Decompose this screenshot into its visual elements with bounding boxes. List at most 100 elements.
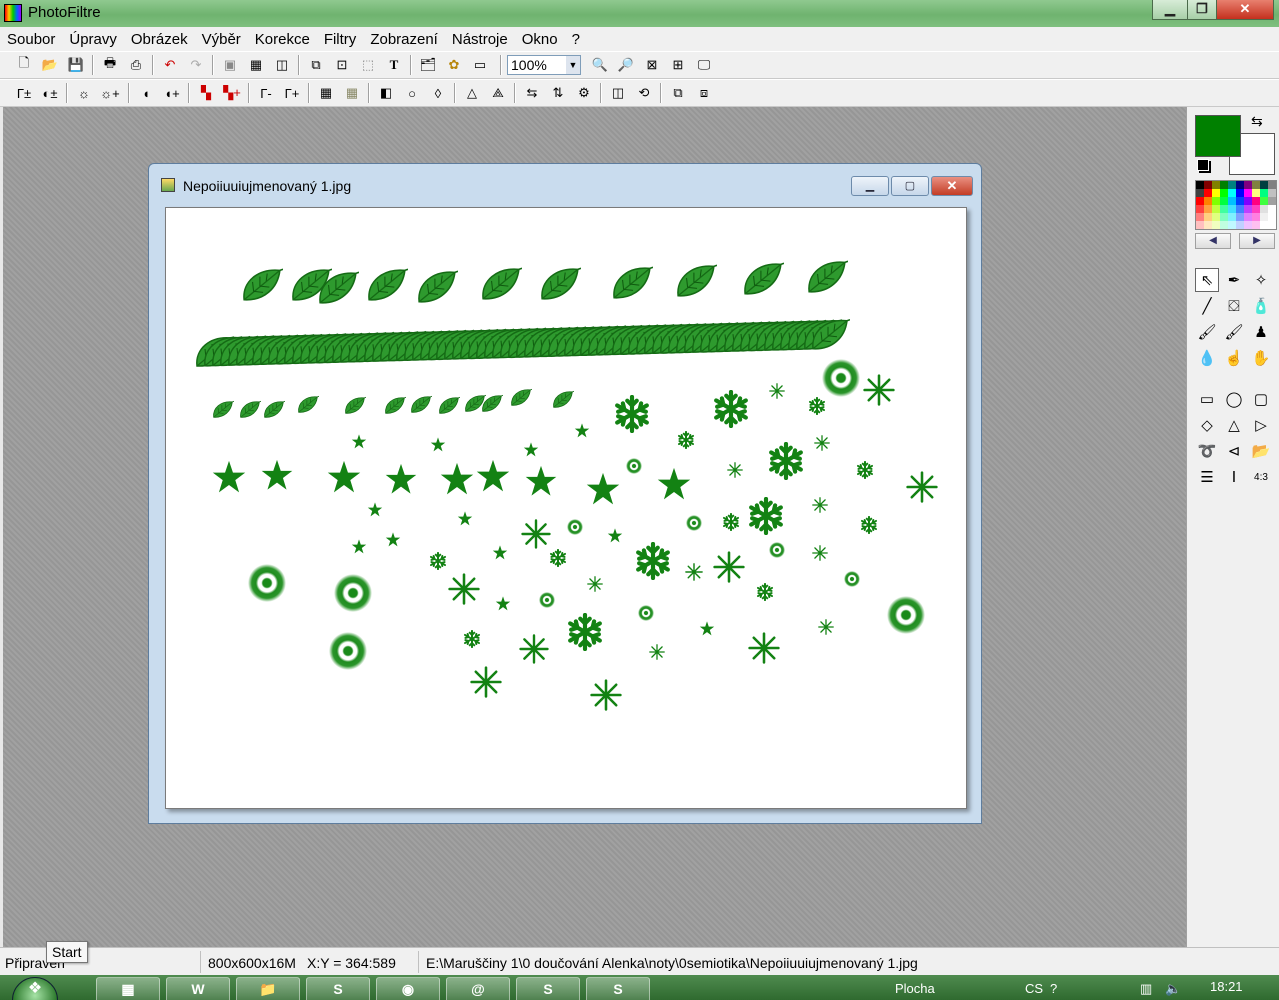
palette-swatch[interactable] bbox=[1228, 181, 1236, 189]
taskbar-skype2-icon[interactable]: S bbox=[516, 977, 580, 1000]
dust-icon[interactable]: ◧ bbox=[376, 84, 396, 102]
palette-swatch[interactable] bbox=[1236, 181, 1244, 189]
taskbar-explorer-icon[interactable]: 📁 bbox=[236, 977, 300, 1000]
paint-bucket-tool-icon[interactable]: ⛋ bbox=[1222, 294, 1246, 318]
palette-swatch[interactable] bbox=[1260, 213, 1268, 221]
palette-swatch[interactable] bbox=[1236, 221, 1244, 229]
palette-swatch[interactable] bbox=[1260, 189, 1268, 197]
taskbar-photofiltre-icon[interactable]: ▦ bbox=[96, 977, 160, 1000]
brush-tool-icon[interactable]: 🖌 bbox=[1195, 320, 1219, 344]
triangle-right-shape-icon[interactable]: ▷ bbox=[1249, 413, 1273, 437]
palette-swatch[interactable] bbox=[1228, 213, 1236, 221]
mirror-icon[interactable]: ◫ bbox=[608, 84, 628, 102]
color-grid-icon[interactable]: ▦ bbox=[246, 56, 266, 74]
resize-image-icon[interactable]: ⧉ bbox=[306, 56, 326, 74]
color-palette[interactable] bbox=[1195, 180, 1277, 230]
contrast-minus-icon[interactable]: ◖ bbox=[136, 84, 156, 102]
rounded-rect-shape-icon[interactable]: ▢ bbox=[1249, 387, 1273, 411]
palette-swatch[interactable] bbox=[1196, 189, 1204, 197]
palette-swatch[interactable] bbox=[1236, 213, 1244, 221]
palette-swatch[interactable] bbox=[1244, 181, 1252, 189]
saturation-minus-icon[interactable]: ▚ bbox=[196, 84, 216, 102]
palette-swatch[interactable] bbox=[1204, 189, 1212, 197]
brightness-minus-icon[interactable]: ☼ bbox=[74, 84, 94, 102]
undo-icon[interactable]: ↶ bbox=[160, 56, 180, 74]
minimize-button[interactable]: ▁ bbox=[1152, 0, 1188, 20]
menu-soubor[interactable]: Soubor bbox=[0, 31, 62, 48]
palette-swatch[interactable] bbox=[1228, 205, 1236, 213]
start-button-icon[interactable]: ❖ bbox=[12, 977, 58, 1000]
effect-icon[interactable]: ⚙ bbox=[574, 84, 594, 102]
language-indicator[interactable]: CS bbox=[1025, 981, 1043, 996]
network-icon[interactable]: ▥ bbox=[1140, 981, 1152, 997]
palette-swatch[interactable] bbox=[1268, 213, 1276, 221]
palette-swatch[interactable] bbox=[1244, 221, 1252, 229]
palette-swatch[interactable] bbox=[1268, 221, 1276, 229]
taskbar-skype-icon[interactable]: S bbox=[306, 977, 370, 1000]
new-file-icon[interactable]: 🗋 bbox=[14, 55, 34, 74]
foreground-color-swatch[interactable] bbox=[1195, 115, 1241, 157]
palette-next-button[interactable]: ▶ bbox=[1239, 233, 1275, 249]
select-column-icon[interactable]: Ⅰ bbox=[1222, 465, 1246, 489]
palette-swatch[interactable] bbox=[1236, 189, 1244, 197]
redo-icon[interactable]: ↷ bbox=[186, 56, 206, 74]
rotate-icon[interactable]: ⟲ bbox=[634, 84, 654, 102]
transparency-icon[interactable]: ◫ bbox=[272, 56, 292, 74]
triangle-shape-icon[interactable]: △ bbox=[1222, 413, 1246, 437]
maximize-button[interactable]: ❐ bbox=[1187, 0, 1217, 20]
palette-swatch[interactable] bbox=[1212, 213, 1220, 221]
document-minimize-button[interactable]: ▁ bbox=[851, 176, 889, 196]
palette-swatch[interactable] bbox=[1196, 221, 1204, 229]
clock[interactable]: 18:21 bbox=[1210, 979, 1243, 994]
palette-swatch[interactable] bbox=[1244, 197, 1252, 205]
grayscale-icon[interactable]: ▦ bbox=[316, 84, 336, 102]
palette-swatch[interactable] bbox=[1260, 197, 1268, 205]
palette-swatch[interactable] bbox=[1204, 205, 1212, 213]
zoom-in-icon[interactable]: 🔍 bbox=[590, 56, 610, 74]
palette-swatch[interactable] bbox=[1244, 189, 1252, 197]
lasso-icon[interactable]: ➰ bbox=[1195, 439, 1219, 463]
advanced-brush-tool-icon[interactable]: 🖌 bbox=[1222, 320, 1246, 344]
palette-swatch[interactable] bbox=[1220, 181, 1228, 189]
palette-swatch[interactable] bbox=[1196, 197, 1204, 205]
palette-swatch[interactable] bbox=[1252, 213, 1260, 221]
palette-swatch[interactable] bbox=[1228, 189, 1236, 197]
select-all-icon[interactable]: ☰ bbox=[1195, 465, 1219, 489]
save-icon[interactable]: 💾 bbox=[66, 56, 86, 74]
stamp-tool-icon[interactable]: ♟ bbox=[1249, 320, 1273, 344]
palette-swatch[interactable] bbox=[1252, 197, 1260, 205]
palette-swatch[interactable] bbox=[1268, 189, 1276, 197]
volume-icon[interactable]: 🔈 bbox=[1165, 981, 1181, 997]
image-canvas[interactable] bbox=[165, 207, 967, 809]
palette-swatch[interactable] bbox=[1212, 197, 1220, 205]
smudge-tool-icon[interactable]: ☝ bbox=[1222, 346, 1246, 370]
document-titlebar[interactable]: Nepoiiuuiujmenovaný 1.jpg ▁ ▢ ✕ bbox=[149, 164, 981, 204]
crop-icon[interactable]: ⬚ bbox=[358, 56, 378, 74]
palette-swatch[interactable] bbox=[1196, 181, 1204, 189]
desktop-toolbar-label[interactable]: Plocha bbox=[895, 981, 935, 996]
menu-okno[interactable]: Okno bbox=[515, 31, 565, 48]
palette-swatch[interactable] bbox=[1244, 213, 1252, 221]
palette-swatch[interactable] bbox=[1220, 189, 1228, 197]
menu-korekce[interactable]: Korekce bbox=[248, 31, 317, 48]
menu-obrazek[interactable]: Obrázek bbox=[124, 31, 195, 48]
diamond-shape-icon[interactable]: ◇ bbox=[1195, 413, 1219, 437]
palette-swatch[interactable] bbox=[1212, 205, 1220, 213]
menu-help[interactable]: ? bbox=[565, 31, 587, 48]
browser-icon[interactable]: 🗂 bbox=[418, 56, 438, 74]
document-close-button[interactable]: ✕ bbox=[931, 176, 973, 196]
palette-swatch[interactable] bbox=[1260, 221, 1268, 229]
palette-swatch[interactable] bbox=[1204, 213, 1212, 221]
palette-swatch[interactable] bbox=[1204, 197, 1212, 205]
layer-icon[interactable]: ▣ bbox=[220, 56, 240, 74]
magic-wand-tool-icon[interactable]: ✧ bbox=[1249, 268, 1273, 292]
palette-swatch[interactable] bbox=[1236, 197, 1244, 205]
menu-vyber[interactable]: Výběr bbox=[195, 31, 248, 48]
saturation-plus-icon[interactable]: ▚+ bbox=[222, 84, 242, 102]
palette-swatch[interactable] bbox=[1212, 181, 1220, 189]
palette-swatch[interactable] bbox=[1260, 205, 1268, 213]
window-icon[interactable]: ▭ bbox=[470, 56, 490, 74]
palette-swatch[interactable] bbox=[1244, 205, 1252, 213]
palette-swatch[interactable] bbox=[1228, 197, 1236, 205]
aspect-ratio-icon[interactable]: 4:3 bbox=[1249, 465, 1273, 489]
